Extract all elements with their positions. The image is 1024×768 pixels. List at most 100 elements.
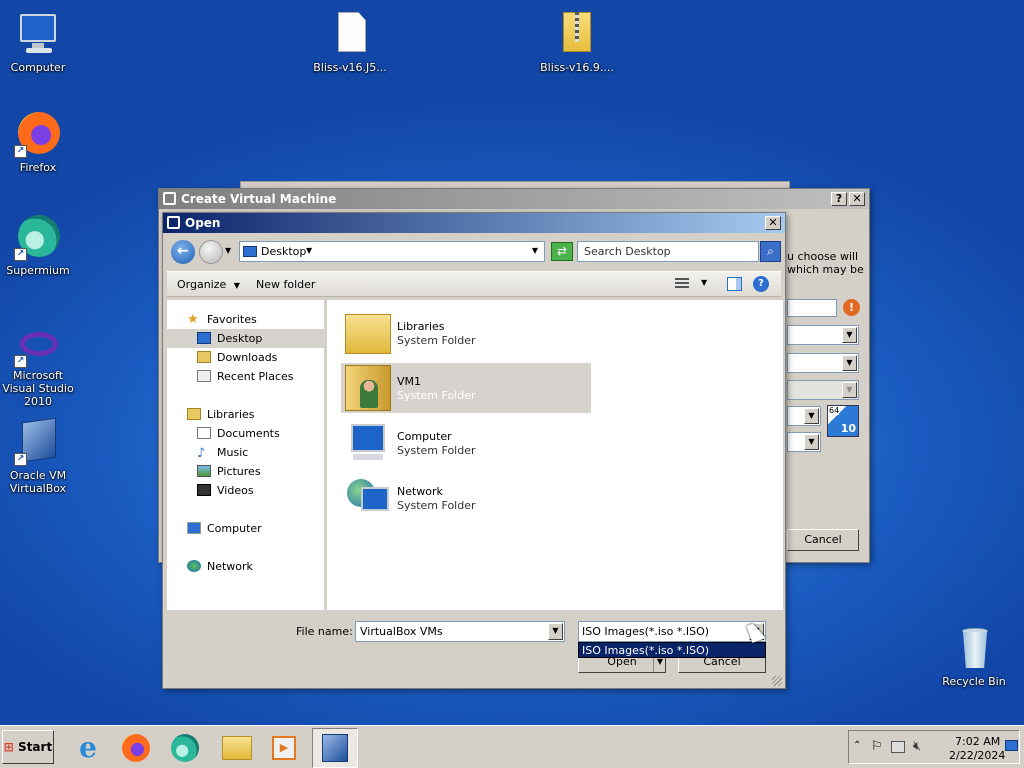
folder-combo[interactable]: ▼ — [787, 325, 859, 345]
refresh-icon: ⇄ — [556, 244, 568, 258]
type-combo[interactable]: ▼ — [787, 406, 821, 426]
list-item[interactable]: Network System Folder — [341, 473, 591, 523]
nav-computer[interactable]: Computer — [167, 519, 325, 538]
recycle-bin-icon — [950, 624, 998, 672]
clock-date[interactable]: 2/22/2024 — [949, 749, 1005, 762]
nav-music[interactable]: ♪ Music — [167, 443, 325, 462]
view-options-icon[interactable] — [675, 278, 689, 290]
item-type: System Folder — [397, 389, 476, 402]
address-bar[interactable]: Desktop ▼ ▼ — [239, 241, 545, 262]
documents-icon — [197, 427, 211, 439]
search-button[interactable]: ⌕ — [760, 241, 781, 262]
nav-network[interactable]: Network — [167, 557, 325, 576]
show-desktop-icon[interactable] — [1005, 740, 1018, 751]
breadcrumb-arrow-icon[interactable]: ▼ — [306, 246, 312, 255]
open-dialog: Open ✕ ← ▼ Desktop ▼ ▼ ⇄ Search Desktop … — [162, 212, 786, 689]
taskbar-firefox[interactable] — [114, 728, 160, 768]
warning-icon: ! — [843, 299, 860, 316]
desktop-icon-label: Bliss-v16.J5... — [313, 61, 387, 74]
start-button[interactable]: ⊞ Start — [2, 730, 54, 764]
firefox-icon: ↗ — [14, 110, 62, 158]
desktop-icon-recycle-bin[interactable]: Recycle Bin — [934, 624, 1014, 688]
list-item[interactable]: Libraries System Folder — [341, 308, 591, 358]
desktop-icon-visual-studio[interactable]: ↗ Microsoft Visual Studio 2010 — [0, 326, 78, 408]
refresh-button[interactable]: ⇄ — [551, 242, 573, 261]
nav-favorites[interactable]: ★ Favorites — [167, 310, 325, 329]
nav-desktop[interactable]: Desktop — [167, 329, 325, 348]
item-name: Network — [397, 485, 443, 498]
create-vm-title: Create Virtual Machine — [181, 192, 337, 206]
desktop-icon-label: Bliss-v16.9.... — [540, 61, 614, 74]
taskbar-explorer[interactable] — [214, 728, 260, 768]
chevron-down-icon: ▼ — [842, 355, 857, 371]
close-button[interactable]: ✕ — [849, 192, 865, 206]
list-item[interactable]: VM1 System Folder — [341, 363, 591, 413]
desktop-icon-label: Firefox — [19, 161, 57, 174]
taskbar-media-player[interactable]: ▶ — [262, 728, 308, 768]
file-type-dropdown-option[interactable]: ISO Images(*.iso *.ISO) — [578, 642, 766, 658]
file-name-value: VirtualBox VMs — [360, 625, 443, 638]
show-hidden-icons[interactable]: ⌃ — [853, 740, 861, 751]
taskbar-ie[interactable]: e — [66, 728, 112, 768]
start-label: Start — [18, 740, 53, 754]
clock-time[interactable]: 7:02 AM — [955, 735, 1000, 748]
address-dropdown-icon[interactable]: ▼ — [532, 246, 538, 255]
cancel-button[interactable]: Cancel — [787, 529, 859, 551]
nav-libraries[interactable]: Libraries — [167, 405, 325, 424]
iso-combo[interactable]: ▼ — [787, 353, 859, 373]
list-item[interactable]: Computer System Folder — [341, 418, 591, 468]
file-name-input[interactable]: VirtualBox VMs ▼ — [355, 621, 565, 642]
forward-button[interactable] — [199, 240, 223, 264]
desktop-icon-computer[interactable]: Computer — [0, 10, 78, 74]
desktop-icon-supermium[interactable]: ↗ Supermium — [0, 213, 78, 277]
desktop-icon-bliss-9[interactable]: Bliss-v16.9.... — [537, 10, 617, 74]
help-button[interactable]: ? — [831, 192, 847, 206]
star-icon: ★ — [187, 312, 199, 327]
back-button[interactable]: ← — [171, 240, 195, 264]
file-type-value: ISO Images(*.iso *.ISO) — [582, 625, 710, 638]
item-name: VM1 — [397, 375, 422, 388]
desktop-icon-label: Recycle Bin — [942, 675, 1006, 688]
chevron-down-icon[interactable]: ▼ — [548, 623, 563, 640]
desktop-icon-virtualbox[interactable]: ↗ Oracle VM VirtualBox — [0, 417, 78, 495]
system-tray: ⌃ ⚐ 🔇︎ 7:02 AM 2/22/2024 — [848, 730, 1020, 764]
nav-label: Network — [207, 560, 253, 573]
chevron-down-icon: ▼ — [233, 281, 240, 290]
nav-documents[interactable]: Documents — [167, 424, 325, 443]
nav-videos[interactable]: Videos — [167, 481, 325, 500]
desktop-icon-bliss-j5[interactable]: Bliss-v16.J5... — [310, 10, 390, 74]
pictures-icon — [197, 465, 211, 477]
resize-grip-icon[interactable] — [772, 676, 782, 686]
nav-recent-places[interactable]: Recent Places — [167, 367, 325, 386]
close-button[interactable]: ✕ — [765, 216, 781, 230]
document-icon — [326, 10, 374, 58]
open-title: Open — [185, 216, 221, 230]
media-player-icon: ▶ — [272, 736, 296, 760]
item-name: Computer — [397, 430, 452, 443]
help-icon[interactable]: ? — [753, 276, 769, 292]
address-text: Desktop — [261, 245, 307, 258]
nav-downloads[interactable]: Downloads — [167, 348, 325, 367]
file-type-select[interactable]: ISO Images(*.iso *.ISO) ▼ — [578, 621, 766, 642]
network-tray-icon[interactable] — [891, 741, 905, 753]
action-center-flag-icon[interactable]: ⚐ — [871, 739, 883, 754]
desktop-icon-firefox[interactable]: ↗ Firefox — [0, 110, 78, 174]
item-type: System Folder — [397, 499, 476, 512]
user-folder-icon — [345, 365, 391, 411]
version-combo[interactable]: ▼ — [787, 432, 821, 452]
nav-label: Videos — [217, 484, 254, 497]
taskbar-supermium[interactable] — [163, 728, 209, 768]
search-input[interactable]: Search Desktop — [577, 241, 759, 262]
new-folder-button[interactable]: New folder — [256, 278, 315, 291]
name-input[interactable] — [787, 299, 837, 317]
preview-pane-icon[interactable] — [727, 277, 742, 291]
taskbar-virtualbox[interactable] — [312, 728, 358, 768]
view-dropdown-icon[interactable]: ▼ — [701, 278, 707, 287]
chevron-down-icon: ▼ — [804, 408, 819, 424]
create-vm-titlebar: Create Virtual Machine ? ✕ — [159, 189, 869, 209]
volume-muted-icon[interactable]: 🔇︎ — [913, 739, 921, 754]
nav-label: Documents — [217, 427, 280, 440]
organize-button[interactable]: Organize ▼ — [177, 278, 240, 291]
history-dropdown-icon[interactable]: ▼ — [225, 246, 231, 255]
nav-pictures[interactable]: Pictures — [167, 462, 325, 481]
